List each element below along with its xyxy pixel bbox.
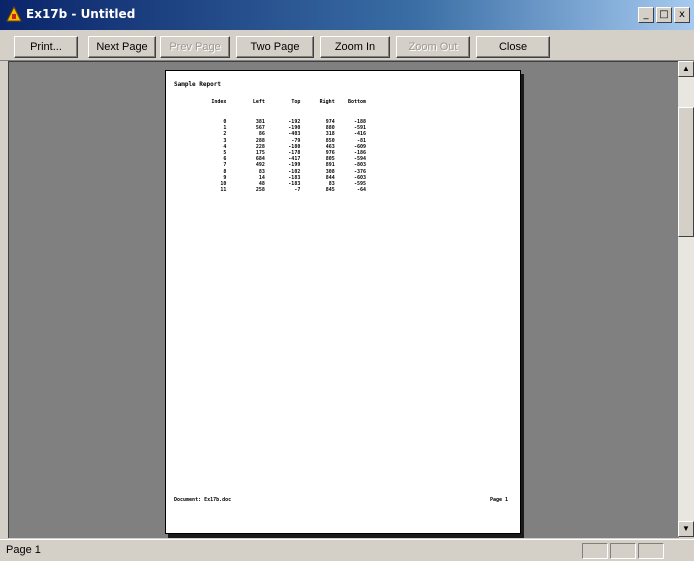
column-header: Left — [252, 99, 265, 105]
table-cell: 845 — [325, 187, 335, 194]
status-text: Page 1 — [6, 544, 41, 556]
scroll-up-arrow-icon[interactable]: ▲ — [678, 61, 694, 77]
prev-page-button[interactable]: Prev Page — [160, 36, 230, 58]
page-footer-page-number: Page 1 — [489, 497, 508, 503]
status-bar: Page 1 — [0, 539, 694, 561]
page-footer-document: Document: Ex17b.doc — [174, 497, 232, 503]
table-cell: 258 — [255, 187, 265, 194]
two-page-button[interactable]: Two Page — [236, 36, 314, 58]
zoom-out-button[interactable]: Zoom Out — [396, 36, 470, 58]
table-row: 11 258 -7 845 -64 — [166, 187, 366, 193]
app-icon — [6, 6, 22, 22]
table-header-row: Index Left Top Right Bottom — [166, 99, 366, 119]
column-header: Bottom — [347, 99, 366, 105]
next-page-button[interactable]: Next Page — [88, 36, 156, 58]
scrollbar-thumb[interactable] — [678, 107, 694, 237]
column-header: Top — [291, 99, 301, 105]
print-preview-page: Sample Report Index Left Top Right Botto… — [165, 70, 521, 534]
status-panel — [582, 543, 608, 559]
table-cell: -64 — [356, 187, 366, 194]
window-title: Ex17b - Untitled — [26, 7, 136, 21]
column-header: Right — [319, 99, 335, 105]
report-title: Sample Report — [174, 81, 221, 88]
vertical-scrollbar[interactable]: ▲ ▼ — [678, 61, 694, 537]
table-cell: -7 — [294, 187, 301, 194]
close-window-button[interactable]: x — [674, 7, 690, 23]
preview-toolbar: Print... Next Page Prev Page Two Page Zo… — [0, 30, 694, 61]
column-header: Index — [211, 99, 227, 105]
maximize-button[interactable]: □ — [656, 7, 672, 23]
status-panel — [638, 543, 664, 559]
table-cell: 11 — [220, 187, 227, 194]
report-table-body: 0 381 -192 974 -188 1 567 -190 880 -591 2 86 -403 318… — [166, 119, 366, 193]
scroll-down-arrow-icon[interactable]: ▼ — [678, 521, 694, 537]
status-panel — [610, 543, 636, 559]
close-preview-button[interactable]: Close — [476, 36, 550, 58]
minimize-button[interactable]: _ — [638, 7, 654, 23]
title-bar: Ex17b - Untitled _ □ x — [0, 0, 694, 30]
window-controls: _ □ x — [638, 7, 690, 23]
report-table: Index Left Top Right Bottom 0 381 -192 974-… — [166, 99, 366, 193]
zoom-in-button[interactable]: Zoom In — [320, 36, 390, 58]
print-button[interactable]: Print... — [14, 36, 78, 58]
